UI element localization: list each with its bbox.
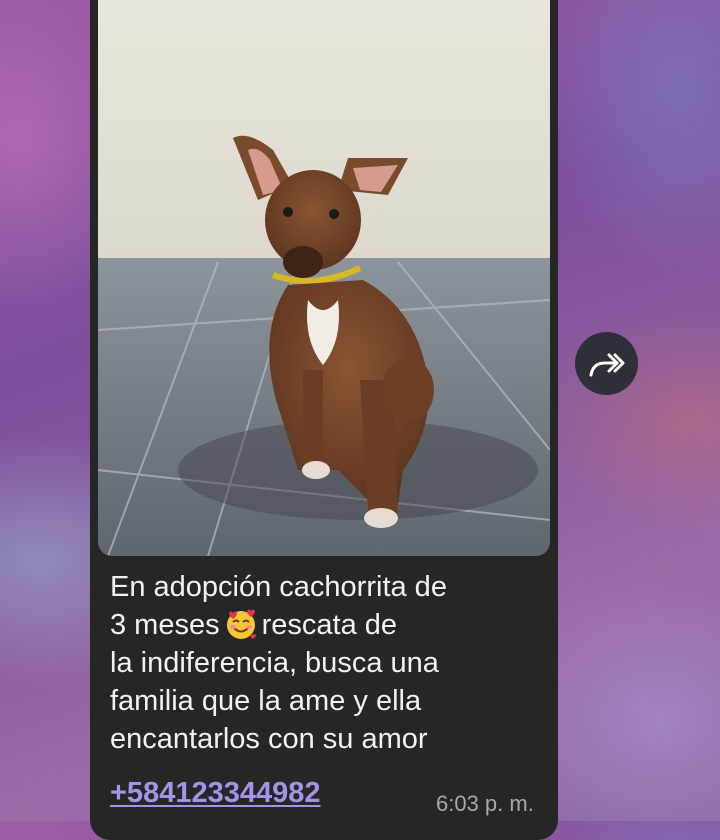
forward-arrow-icon [589,353,624,376]
forward-button[interactable] [575,332,638,395]
puppy-photo[interactable] [98,0,550,556]
message-caption: En adopción cachorrita de 3 meses rescat… [110,568,540,758]
phone-number-link[interactable]: +584123344982 [110,774,320,812]
caption-line: 3 meses rescata de [110,607,398,641]
caption-line: la indiferencia, busca una [110,647,439,679]
puppy-image [98,0,550,556]
caption-line: En adopción cachorrita de [110,571,447,603]
caption-line: familia que la ame y ella [110,685,422,717]
caption-line: encantarlos con su amor [110,723,428,755]
message-timestamp: 6:03 p. m. [436,791,534,816]
smiling-face-with-hearts-icon [224,607,258,641]
